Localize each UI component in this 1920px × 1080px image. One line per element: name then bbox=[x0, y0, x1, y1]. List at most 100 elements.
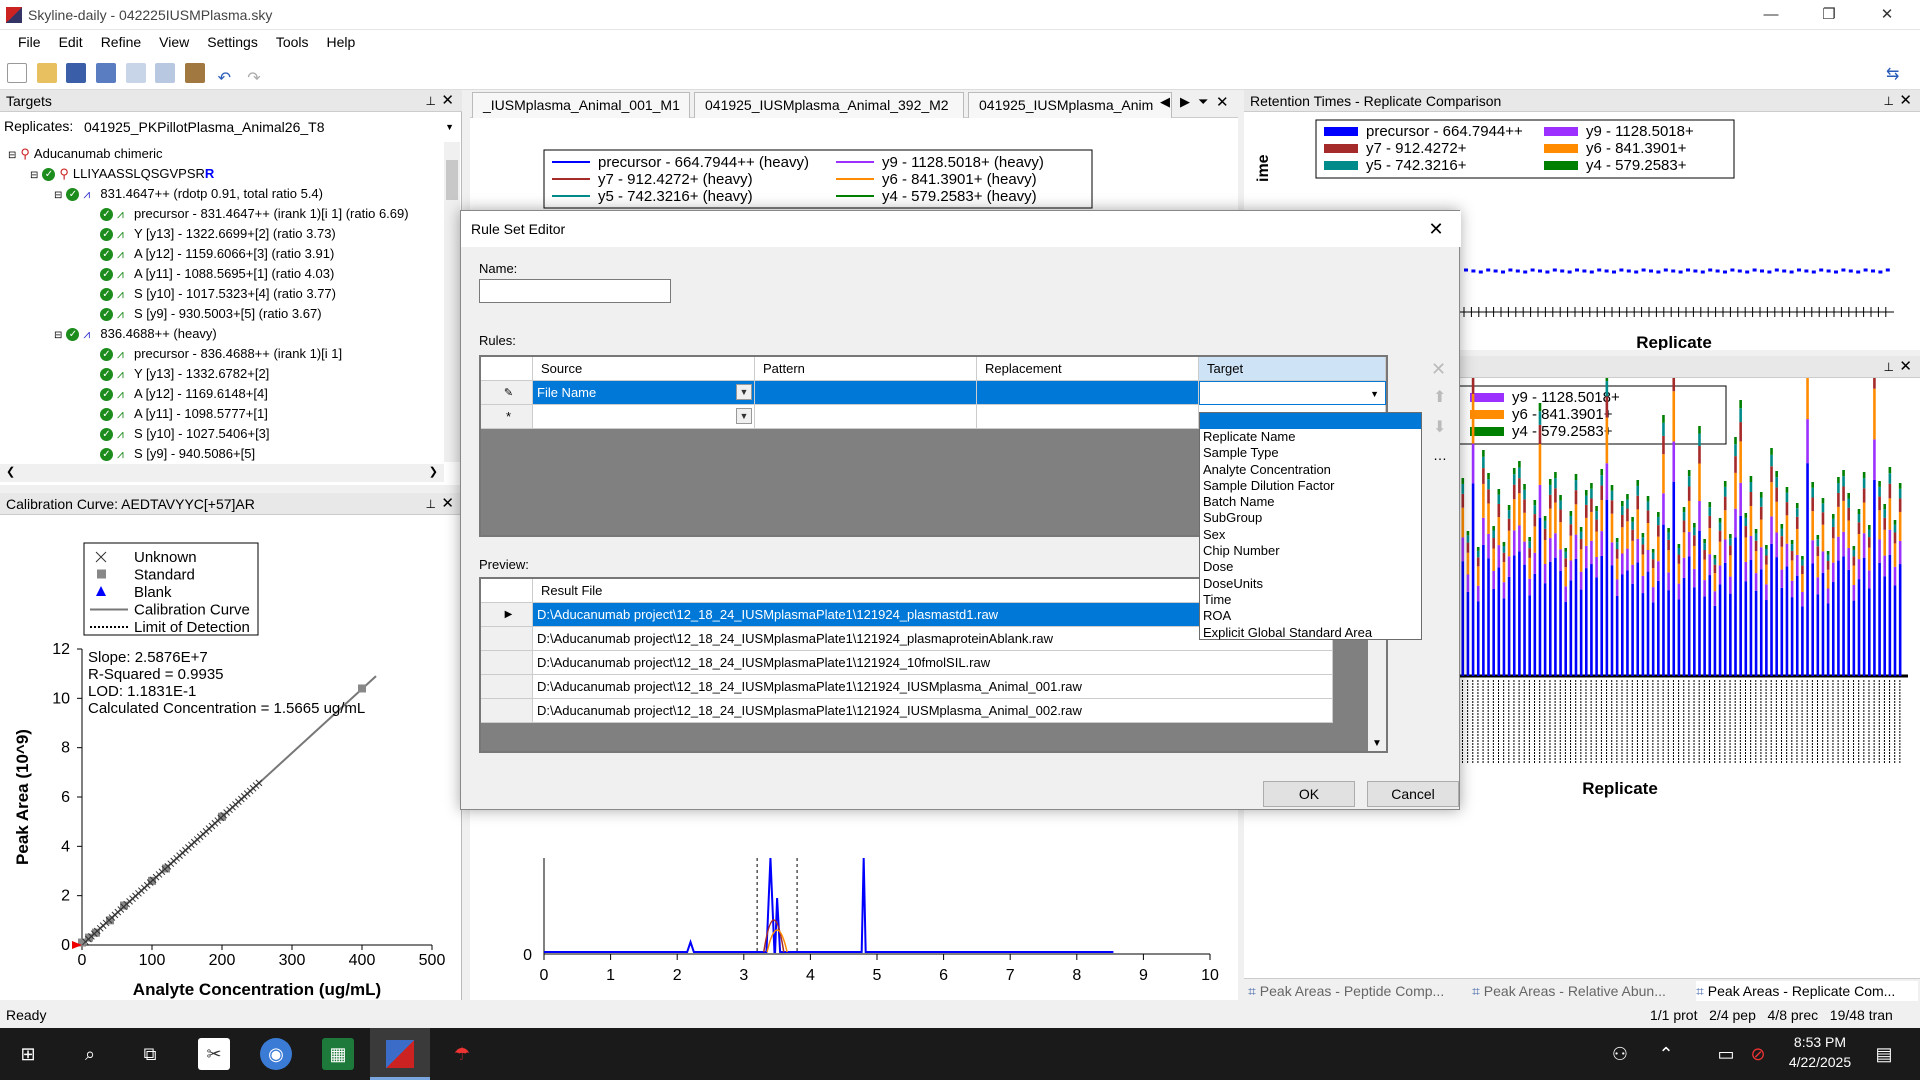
search-icon[interactable]: ⌕ bbox=[74, 1038, 106, 1070]
ok-button[interactable]: OK bbox=[1263, 781, 1355, 807]
column-replacement[interactable]: Replacement bbox=[977, 357, 1199, 381]
preview-row[interactable]: D:\Aducanumab project\12_18_24_IUSMplasm… bbox=[533, 699, 1333, 723]
cancel-button[interactable]: Cancel bbox=[1367, 781, 1459, 807]
dropdown-option[interactable]: Batch Name bbox=[1200, 494, 1421, 510]
precursor-node-light[interactable]: ⊟ ✓ ⩘ 831.4647++ (rdotp 0.91, total ratio 5… bbox=[54, 184, 323, 204]
delete-rule-icon[interactable]: ✕ bbox=[1431, 359, 1446, 380]
menu-settings[interactable]: Settings bbox=[198, 30, 267, 54]
tree-vertical-scrollbar[interactable] bbox=[444, 142, 460, 462]
maximize-button[interactable]: ❐ bbox=[1806, 0, 1852, 30]
display-icon[interactable]: ▭ bbox=[1710, 1038, 1742, 1070]
transition-node[interactable]: ✓ ⩘ S [y10] - 1017.5323+[4] (ratio 3.77) bbox=[100, 284, 336, 304]
tab-peak-areas-relative[interactable]: ⌗ Peak Areas - Relative Abun... bbox=[1472, 981, 1692, 1001]
tab-replicate-3[interactable]: 041925_IUSMplasma_Anim bbox=[968, 92, 1172, 118]
column-target[interactable]: Target bbox=[1199, 357, 1386, 381]
pin-icon[interactable]: ⊥ bbox=[426, 90, 436, 112]
pin-icon[interactable]: ⊥ bbox=[1884, 90, 1894, 112]
notifications-icon[interactable]: ▤ bbox=[1868, 1038, 1900, 1070]
dropdown-option[interactable]: Sex bbox=[1200, 527, 1421, 543]
sync-icon[interactable]: ⇆ bbox=[1886, 64, 1899, 84]
calibration-chart[interactable]: 0 100 200 300 400 500 0 2 4 6 8 10 12 Analyte Concent… bbox=[0, 515, 462, 1000]
tree-horizontal-scrollbar[interactable]: ❮ ❯ bbox=[0, 464, 444, 482]
tab-replicate-2[interactable]: 041925_IUSMplasma_Animal_392_M2 bbox=[694, 92, 964, 118]
menu-help[interactable]: Help bbox=[318, 30, 365, 54]
close-icon[interactable]: ✕ bbox=[1899, 90, 1912, 112]
pattern-cell[interactable] bbox=[755, 381, 977, 405]
menu-tools[interactable]: Tools bbox=[267, 30, 318, 54]
task-view-icon[interactable]: ⧉ bbox=[134, 1038, 166, 1070]
dropdown-option[interactable]: Analyte Concentration bbox=[1200, 462, 1421, 478]
dropdown-option[interactable]: Sample Type bbox=[1200, 445, 1421, 461]
target-select[interactable]: ▼ bbox=[1199, 381, 1386, 405]
import-icon[interactable] bbox=[95, 63, 116, 83]
pin-icon[interactable]: ⊥ bbox=[1884, 356, 1894, 378]
save-icon[interactable] bbox=[66, 63, 87, 83]
dropdown-option-empty[interactable] bbox=[1200, 413, 1421, 429]
dropdown-option[interactable]: Dose bbox=[1200, 559, 1421, 575]
tab-replicate-1[interactable]: _IUSMplasma_Animal_001_M1 bbox=[472, 92, 690, 118]
transition-node[interactable]: ✓ ⩘ precursor - 831.4647++ (irank 1)[i 1] … bbox=[100, 204, 409, 224]
dropdown-option[interactable]: Explicit Global Standard Area bbox=[1200, 625, 1421, 641]
source-select-new[interactable]: ▼ bbox=[533, 405, 755, 429]
preview-row[interactable]: D:\Aducanumab project\12_18_24_IUSMplasm… bbox=[533, 675, 1333, 699]
skyline-active-task[interactable] bbox=[370, 1028, 430, 1080]
transition-node[interactable]: ✓ ⩘ A [y11] - 1098.5777+[1] bbox=[100, 404, 268, 424]
close-icon[interactable]: ✕ bbox=[1216, 93, 1229, 111]
transition-node[interactable]: ✓ ⩘ Y [y13] - 1322.6699+[2] (ratio 3.73) bbox=[100, 224, 336, 244]
peptide-node[interactable]: ⊟ ✓ ⚲ LLIYAASSLQSGVPSRR bbox=[30, 164, 214, 184]
name-input[interactable] bbox=[479, 279, 671, 303]
excel-icon[interactable]: ▦ bbox=[322, 1038, 354, 1070]
pattern-cell-new[interactable] bbox=[755, 405, 977, 429]
transition-node[interactable]: ✓ ⩘ A [y11] - 1088.5695+[1] (ratio 4.03) bbox=[100, 264, 334, 284]
new-file-icon[interactable] bbox=[7, 63, 27, 83]
protein-node[interactable]: ⊟ ⚲ Aducanumab chimeric bbox=[8, 144, 163, 164]
minimize-button[interactable]: — bbox=[1748, 0, 1794, 30]
replicates-select[interactable]: 041925_PKPillotPlasma_Animal26_T8 ▼ bbox=[84, 116, 458, 138]
transition-node[interactable]: ✓ ⩘ S [y10] - 1027.5406+[3] bbox=[100, 424, 270, 444]
pin-icon[interactable]: ⊥ bbox=[426, 493, 436, 515]
dropdown-option[interactable]: Replicate Name bbox=[1200, 429, 1421, 445]
transition-node[interactable]: ✓ ⩘ precursor - 836.4688++ (irank 1)[i 1] bbox=[100, 344, 342, 364]
transition-node[interactable]: ✓ ⩘ A [y12] - 1169.6148+[4] bbox=[100, 384, 268, 404]
redo-icon[interactable]: ↷ bbox=[244, 69, 264, 89]
column-pattern[interactable]: Pattern bbox=[755, 357, 977, 381]
menu-refine[interactable]: Refine bbox=[92, 30, 150, 54]
menu-view[interactable]: View bbox=[150, 30, 198, 54]
close-icon[interactable]: ✕ bbox=[1899, 356, 1912, 378]
dropdown-option[interactable]: Time bbox=[1200, 592, 1421, 608]
people-icon[interactable]: ⚇ bbox=[1604, 1038, 1636, 1070]
more-options-icon[interactable]: … bbox=[1433, 447, 1447, 463]
copy-icon[interactable] bbox=[155, 63, 176, 83]
paste-icon[interactable] bbox=[184, 63, 205, 83]
preview-row[interactable]: D:\Aducanumab project\12_18_24_IUSMplasm… bbox=[533, 651, 1333, 675]
browser-icon[interactable]: ◉ bbox=[260, 1038, 292, 1070]
move-down-icon[interactable]: ⬇ bbox=[1433, 417, 1446, 437]
tab-list-icon[interactable]: ⏷ bbox=[1198, 94, 1208, 110]
dropdown-option[interactable]: ROA bbox=[1200, 608, 1421, 624]
dropdown-option[interactable]: SubGroup bbox=[1200, 510, 1421, 526]
close-window-button[interactable]: ✕ bbox=[1864, 0, 1910, 30]
open-folder-icon[interactable] bbox=[36, 63, 57, 83]
dialog-close-button[interactable]: ✕ bbox=[1421, 211, 1451, 247]
tab-peak-areas-peptide[interactable]: ⌗ Peak Areas - Peptide Comp... bbox=[1248, 981, 1468, 1001]
precursor-node-heavy[interactable]: ⊟ ✓ ⩘ 836.4688++ (heavy) bbox=[54, 324, 217, 344]
replacement-cell[interactable] bbox=[977, 381, 1199, 405]
undo-icon[interactable]: ↶ bbox=[214, 69, 235, 89]
dropdown-option[interactable]: Chip Number bbox=[1200, 543, 1421, 559]
transition-node[interactable]: ✓ ⩘ S [y9] - 930.5003+[5] (ratio 3.67) bbox=[100, 304, 322, 324]
move-up-icon[interactable]: ⬆ bbox=[1433, 387, 1446, 407]
close-icon[interactable]: ✕ bbox=[441, 90, 454, 112]
clock[interactable]: 8:53 PM 4/22/2025 bbox=[1770, 1034, 1870, 1070]
transition-node[interactable]: ✓ ⩘ Y [y13] - 1332.6782+[2] bbox=[100, 364, 269, 384]
menu-edit[interactable]: Edit bbox=[50, 30, 92, 54]
transition-node[interactable]: ✓ ⩘ A [y12] - 1159.6066+[3] (ratio 3.91) bbox=[100, 244, 334, 264]
app-icon[interactable]: ☂ bbox=[446, 1038, 478, 1070]
column-source[interactable]: Source bbox=[533, 357, 755, 381]
menu-file[interactable]: File bbox=[9, 30, 50, 54]
tab-scroll-right-icon[interactable]: ▶ bbox=[1180, 94, 1190, 110]
tab-scroll-left-icon[interactable]: ◀ bbox=[1160, 94, 1170, 110]
replacement-cell-new[interactable] bbox=[977, 405, 1199, 429]
dropdown-option[interactable]: DoseUnits bbox=[1200, 576, 1421, 592]
source-select[interactable]: File Name ▼ bbox=[533, 381, 755, 405]
close-icon[interactable]: ✕ bbox=[441, 493, 454, 515]
